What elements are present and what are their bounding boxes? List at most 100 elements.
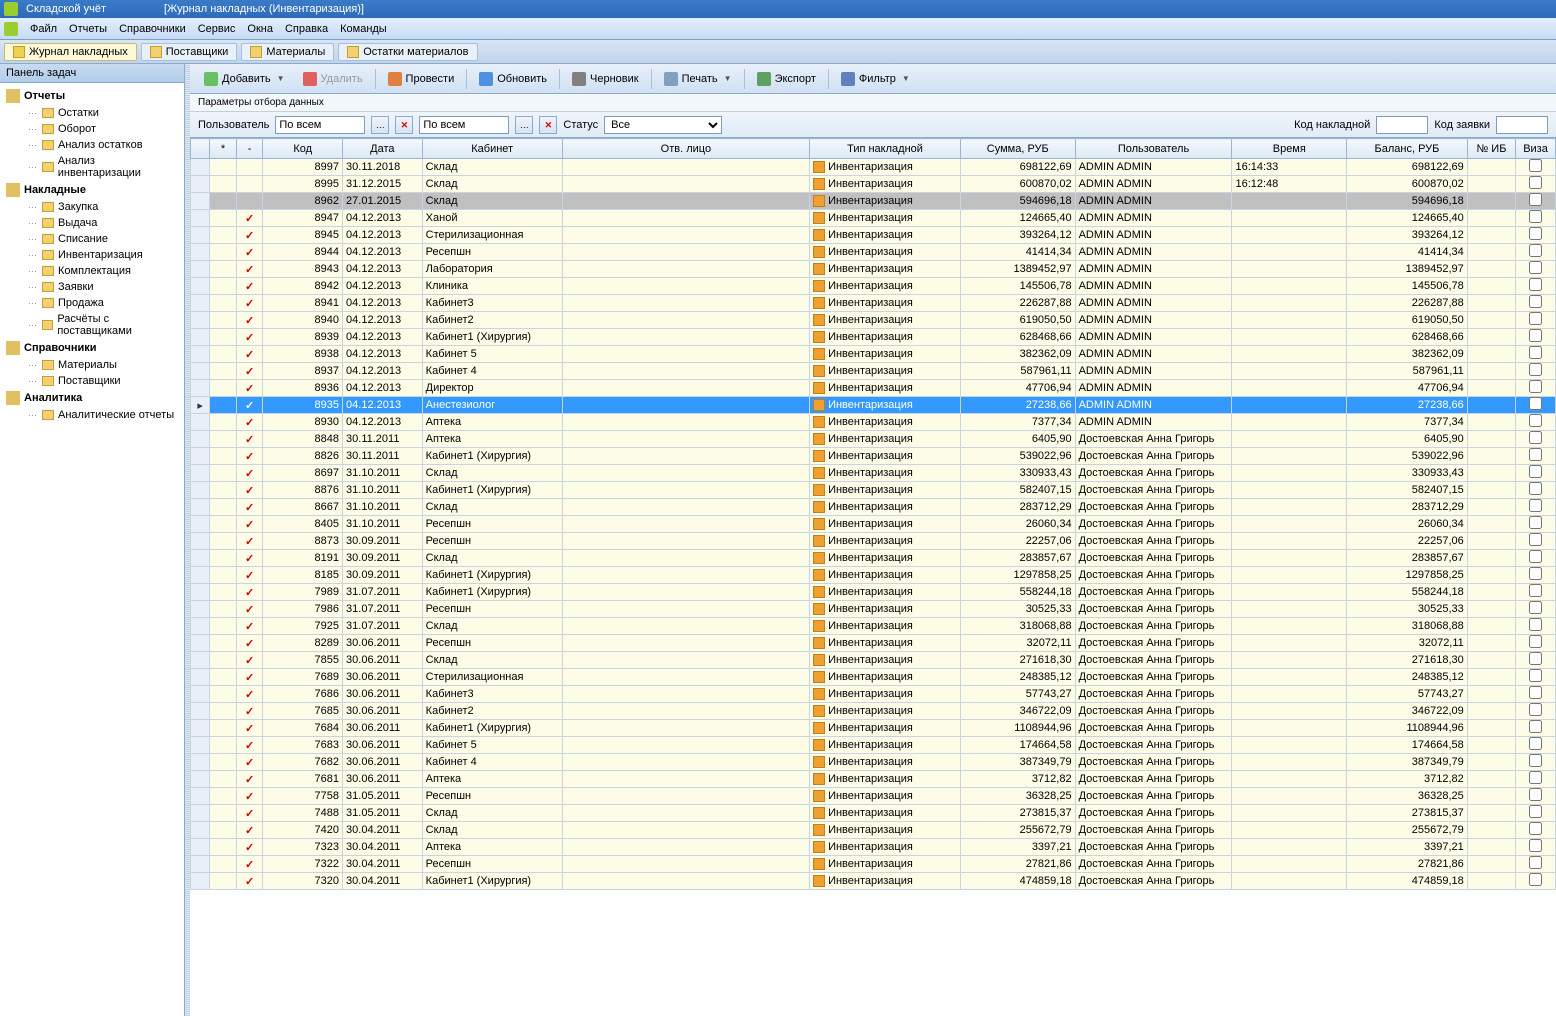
- cell-visa[interactable]: [1516, 499, 1556, 516]
- table-row[interactable]: ✓768630.06.2011Кабинет3Инвентаризация577…: [191, 686, 1556, 703]
- filter-request-input[interactable]: [1496, 116, 1548, 134]
- table-row[interactable]: ✓768530.06.2011Кабинет2Инвентаризация346…: [191, 703, 1556, 720]
- visa-checkbox[interactable]: [1529, 448, 1542, 461]
- table-row[interactable]: ✓893804.12.2013Кабинет 5Инвентаризация38…: [191, 346, 1556, 363]
- visa-checkbox[interactable]: [1529, 720, 1542, 733]
- cell-visa[interactable]: [1516, 244, 1556, 261]
- table-row[interactable]: ✓768130.06.2011АптекаИнвентаризация3712,…: [191, 771, 1556, 788]
- tree-item-Поставщики[interactable]: ⋯Поставщики: [0, 373, 184, 389]
- table-row[interactable]: ✓882630.11.2011Кабинет1 (Хирургия)Инвент…: [191, 448, 1556, 465]
- col-header--[interactable]: -: [236, 139, 263, 159]
- visa-checkbox[interactable]: [1529, 295, 1542, 308]
- tree-item-Оборот[interactable]: ⋯Оборот: [0, 121, 184, 137]
- table-row[interactable]: ✓768930.06.2011СтерилизационнаяИнвентари…: [191, 669, 1556, 686]
- cell-visa[interactable]: [1516, 771, 1556, 788]
- cell-visa[interactable]: [1516, 550, 1556, 567]
- visa-checkbox[interactable]: [1529, 669, 1542, 682]
- col-header-*[interactable]: *: [210, 139, 237, 159]
- filter-user-ellipsis[interactable]: …: [371, 116, 389, 134]
- cell-visa[interactable]: [1516, 193, 1556, 210]
- table-row[interactable]: ✓768330.06.2011Кабинет 5Инвентаризация17…: [191, 737, 1556, 754]
- col-header-№ ИБ[interactable]: № ИБ: [1467, 139, 1515, 159]
- visa-checkbox[interactable]: [1529, 244, 1542, 257]
- visa-checkbox[interactable]: [1529, 261, 1542, 274]
- tree-item-Материалы[interactable]: ⋯Материалы: [0, 357, 184, 373]
- table-row[interactable]: ✓819130.09.2011СкладИнвентаризация283857…: [191, 550, 1556, 567]
- table-row[interactable]: ✓775831.05.2011РесепшнИнвентаризация3632…: [191, 788, 1556, 805]
- visa-checkbox[interactable]: [1529, 533, 1542, 546]
- table-row[interactable]: ✓866731.10.2011СкладИнвентаризация283712…: [191, 499, 1556, 516]
- tree-item-Анализ инвентаризации[interactable]: ⋯Анализ инвентаризации: [0, 153, 184, 181]
- tree-item-Инвентаризация[interactable]: ⋯Инвентаризация: [0, 247, 184, 263]
- filter-field2-clear[interactable]: ✕: [539, 116, 557, 134]
- table-row[interactable]: ✓894504.12.2013СтерилизационнаяИнвентари…: [191, 227, 1556, 244]
- visa-checkbox[interactable]: [1529, 703, 1542, 716]
- cell-visa[interactable]: [1516, 635, 1556, 652]
- cell-visa[interactable]: [1516, 737, 1556, 754]
- cell-visa[interactable]: [1516, 414, 1556, 431]
- cell-visa[interactable]: [1516, 720, 1556, 737]
- menu-Отчеты[interactable]: Отчеты: [63, 21, 113, 37]
- toolbar-Фильтр[interactable]: Фильтр▼: [833, 69, 918, 89]
- cell-visa[interactable]: [1516, 261, 1556, 278]
- col-header-indicator[interactable]: [191, 139, 210, 159]
- menu-Справочники[interactable]: Справочники: [113, 21, 192, 37]
- tree-item-Закупка[interactable]: ⋯Закупка: [0, 199, 184, 215]
- visa-checkbox[interactable]: [1529, 193, 1542, 206]
- cell-visa[interactable]: [1516, 329, 1556, 346]
- visa-checkbox[interactable]: [1529, 312, 1542, 325]
- cell-visa[interactable]: [1516, 482, 1556, 499]
- table-row[interactable]: ✓887330.09.2011РесепшнИнвентаризация2225…: [191, 533, 1556, 550]
- visa-checkbox[interactable]: [1529, 873, 1542, 886]
- cell-visa[interactable]: [1516, 805, 1556, 822]
- tree-item-Выдача[interactable]: ⋯Выдача: [0, 215, 184, 231]
- cell-visa[interactable]: [1516, 567, 1556, 584]
- menu-Сервис[interactable]: Сервис: [192, 21, 242, 37]
- table-row[interactable]: ✓893704.12.2013Кабинет 4Инвентаризация58…: [191, 363, 1556, 380]
- grid-container[interactable]: *-КодДатаКабинетОтв. лицоТип накладнойСу…: [190, 138, 1556, 1016]
- cell-visa[interactable]: [1516, 788, 1556, 805]
- cell-visa[interactable]: [1516, 176, 1556, 193]
- table-row[interactable]: 899730.11.2018СкладИнвентаризация698122,…: [191, 159, 1556, 176]
- menu-Файл[interactable]: Файл: [24, 21, 63, 37]
- col-header-Дата[interactable]: Дата: [343, 139, 423, 159]
- filter-code-input[interactable]: [1376, 116, 1428, 134]
- cell-visa[interactable]: [1516, 448, 1556, 465]
- visa-checkbox[interactable]: [1529, 346, 1542, 359]
- table-row[interactable]: ✓785530.06.2011СкладИнвентаризация271618…: [191, 652, 1556, 669]
- tree-section-Отчеты[interactable]: Отчеты: [0, 87, 184, 105]
- cell-visa[interactable]: [1516, 584, 1556, 601]
- filter-user-input[interactable]: [275, 116, 365, 134]
- visa-checkbox[interactable]: [1529, 414, 1542, 427]
- cell-visa[interactable]: [1516, 533, 1556, 550]
- table-row[interactable]: ✓884830.11.2011АптекаИнвентаризация6405,…: [191, 431, 1556, 448]
- menu-Команды[interactable]: Команды: [334, 21, 393, 37]
- cell-visa[interactable]: [1516, 159, 1556, 176]
- filter-status-select[interactable]: Все: [604, 116, 722, 134]
- visa-checkbox[interactable]: [1529, 567, 1542, 580]
- tree-item-Списание[interactable]: ⋯Списание: [0, 231, 184, 247]
- visa-checkbox[interactable]: [1529, 754, 1542, 767]
- table-row[interactable]: ✓748831.05.2011СкладИнвентаризация273815…: [191, 805, 1556, 822]
- table-row[interactable]: ✓894104.12.2013Кабинет3Инвентаризация226…: [191, 295, 1556, 312]
- col-header-Код[interactable]: Код: [263, 139, 343, 159]
- col-header-Кабинет[interactable]: Кабинет: [422, 139, 562, 159]
- tree-item-Комплектация[interactable]: ⋯Комплектация: [0, 263, 184, 279]
- cell-visa[interactable]: [1516, 822, 1556, 839]
- tree-section-Аналитика[interactable]: Аналитика: [0, 389, 184, 407]
- tree-item-Расчёты с поставщиками[interactable]: ⋯Расчёты с поставщиками: [0, 311, 184, 339]
- table-row[interactable]: ✓768230.06.2011Кабинет 4Инвентаризация38…: [191, 754, 1556, 771]
- visa-checkbox[interactable]: [1529, 618, 1542, 631]
- col-header-Время[interactable]: Время: [1232, 139, 1347, 159]
- filter-field2-input[interactable]: [419, 116, 509, 134]
- visa-checkbox[interactable]: [1529, 822, 1542, 835]
- visa-checkbox[interactable]: [1529, 210, 1542, 223]
- table-row[interactable]: 896227.01.2015СкладИнвентаризация594696,…: [191, 193, 1556, 210]
- cell-visa[interactable]: [1516, 210, 1556, 227]
- toolbar-Провести[interactable]: Провести: [380, 69, 463, 89]
- table-row[interactable]: ✓798631.07.2011РесепшнИнвентаризация3052…: [191, 601, 1556, 618]
- visa-checkbox[interactable]: [1529, 363, 1542, 376]
- cell-visa[interactable]: [1516, 669, 1556, 686]
- cell-visa[interactable]: [1516, 363, 1556, 380]
- visa-checkbox[interactable]: [1529, 550, 1542, 563]
